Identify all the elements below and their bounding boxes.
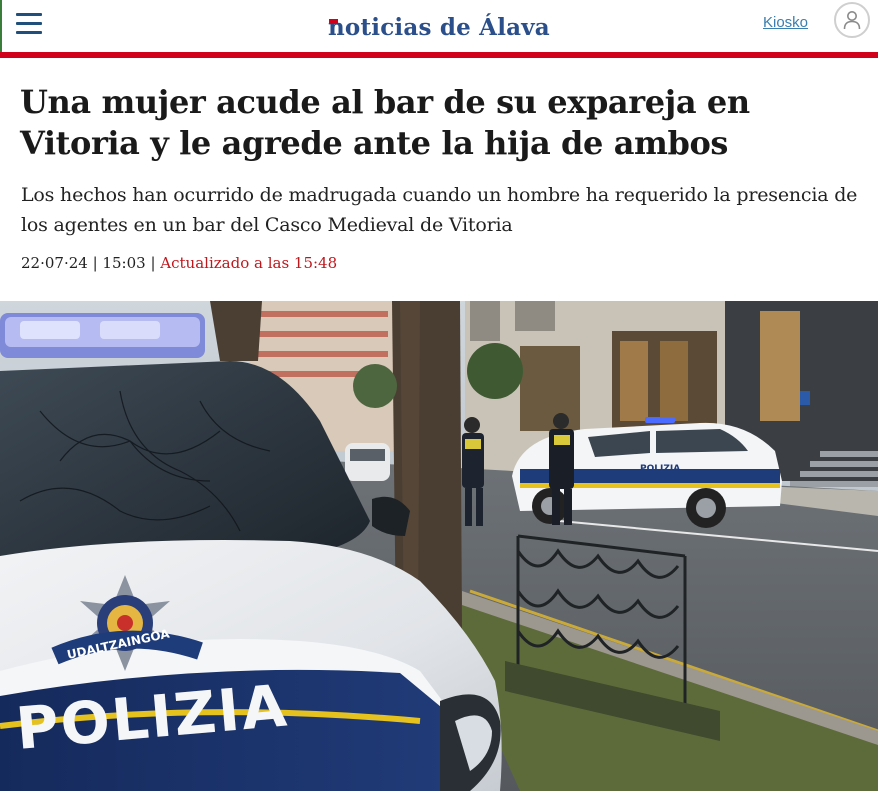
hamburger-icon — [16, 13, 42, 16]
article-date: 22·07·24 — [21, 254, 88, 272]
logo-text: noticias de Álava — [328, 14, 550, 41]
article-headline: Una mujer acude al bar de su expareja en… — [20, 83, 750, 162]
svg-text:POLIZIA: POLIZIA — [640, 464, 680, 474]
site-logo[interactable]: noticias de Álava — [328, 14, 550, 44]
article-subtitle: Los hechos han ocurrido de madrugada cua… — [21, 184, 858, 236]
site-header: noticias de Álava Kiosko — [0, 0, 878, 52]
hamburger-icon-line — [16, 31, 42, 34]
logo-mark-icon — [329, 19, 338, 24]
hamburger-icon-line — [16, 22, 42, 25]
article-time: 15:03 — [102, 254, 146, 272]
header-divider — [0, 52, 878, 58]
police-scene-image: POLIZIA POLIZIA UDALTZAINGOA — [0, 301, 878, 791]
article-photo[interactable]: POLIZIA POLIZIA UDALTZAINGOA — [0, 301, 878, 791]
user-button[interactable] — [834, 2, 870, 38]
meta-separator: | — [92, 254, 98, 272]
article-updated: Actualizado a las 15:48 — [160, 254, 338, 272]
user-icon — [843, 11, 861, 30]
kiosko-link[interactable]: Kiosko — [763, 14, 808, 31]
meta-separator: | — [150, 254, 156, 272]
article-meta: 22·07·24 | 15:03 | Actualizado a las 15:… — [21, 254, 337, 272]
menu-button[interactable] — [16, 11, 44, 35]
